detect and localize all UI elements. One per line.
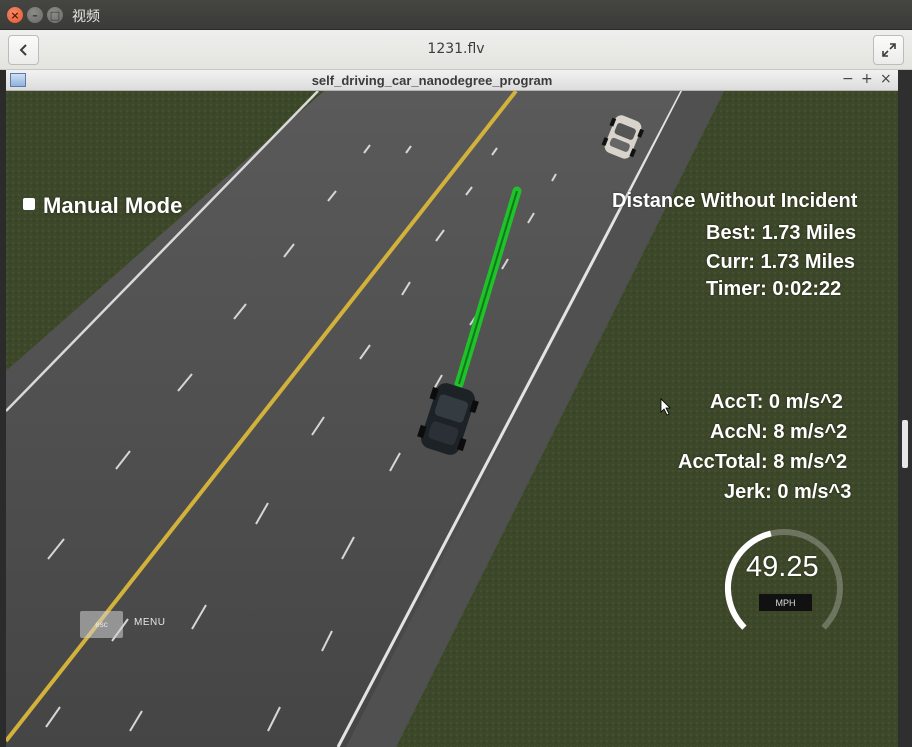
sim-close-button[interactable]: × bbox=[880, 71, 892, 87]
simulator-titlebar: self_driving_car_nanodegree_program − + … bbox=[6, 70, 898, 91]
acc-t: AccT: 0 m/s^2 bbox=[710, 391, 843, 413]
window-minimize-button[interactable]: – bbox=[27, 7, 43, 23]
distance-heading: Distance Without Incident bbox=[612, 190, 858, 212]
manual-mode-checkbox[interactable] bbox=[23, 198, 35, 210]
player-toolbar: 1231.flv bbox=[0, 30, 912, 70]
simulator-window: self_driving_car_nanodegree_program − + … bbox=[6, 70, 898, 747]
right-edge-strip bbox=[898, 70, 912, 747]
acc-total: AccTotal: 8 m/s^2 bbox=[678, 451, 848, 473]
simulation-viewport[interactable]: Manual Mode Distance Without Incident Be… bbox=[6, 91, 898, 747]
window-maximize-button[interactable]: □ bbox=[47, 7, 63, 23]
os-titlebar: × – □ 视频 bbox=[0, 0, 912, 30]
speed-unit-badge: MPH bbox=[759, 594, 812, 611]
current-distance: Curr: 1.73 Miles bbox=[706, 251, 855, 273]
scrollbar-thumb[interactable] bbox=[902, 420, 908, 468]
file-title: 1231.flv bbox=[427, 41, 485, 57]
expand-icon bbox=[881, 43, 896, 57]
timer: Timer: 0:02:22 bbox=[706, 278, 842, 300]
jerk: Jerk: 0 m/s^3 bbox=[724, 481, 852, 503]
fullscreen-button[interactable] bbox=[873, 35, 904, 65]
menu-label: MENU bbox=[134, 617, 166, 628]
simulator-title: self_driving_car_nanodegree_program bbox=[311, 73, 553, 88]
speed-value: 49.25 bbox=[746, 551, 819, 583]
sim-maximize-button[interactable]: + bbox=[861, 71, 873, 87]
window-title: 视频 bbox=[72, 9, 100, 25]
window-close-button[interactable]: × bbox=[7, 7, 23, 23]
acc-n: AccN: 8 m/s^2 bbox=[710, 421, 848, 443]
best-distance: Best: 1.73 Miles bbox=[706, 222, 857, 244]
esc-button[interactable]: esc bbox=[80, 611, 123, 638]
manual-mode-label: Manual Mode bbox=[43, 193, 183, 218]
sim-minimize-button[interactable]: − bbox=[842, 71, 854, 87]
